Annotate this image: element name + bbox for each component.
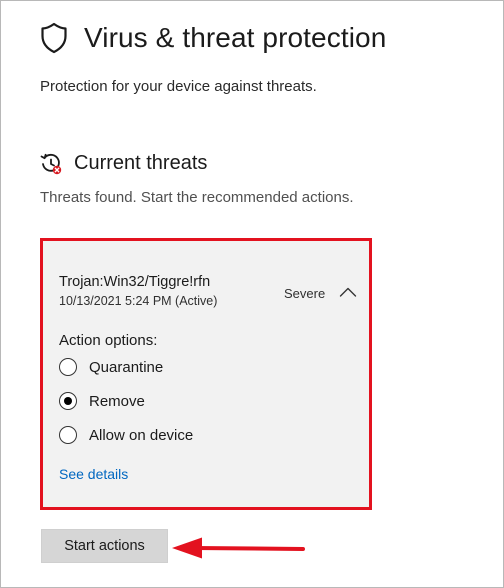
threat-name: Trojan:Win32/Tiggre!rfn xyxy=(59,274,211,290)
allow-on-device-option[interactable]: Allow on device xyxy=(59,426,193,444)
see-details-link[interactable]: See details xyxy=(59,466,128,482)
quarantine-radio[interactable] xyxy=(59,358,77,376)
shield-icon xyxy=(40,22,68,54)
quarantine-label: Quarantine xyxy=(89,358,164,376)
current-threats-description: Threats found. Start the recommended act… xyxy=(40,189,354,206)
remove-option[interactable]: Remove xyxy=(59,392,145,410)
remove-label: Remove xyxy=(89,392,145,410)
allow-on-device-label: Allow on device xyxy=(89,426,194,444)
page-title: Virus & threat protection xyxy=(84,22,387,53)
severity-label: Severe xyxy=(284,286,326,301)
current-threats-header: Current threats xyxy=(40,152,207,175)
start-actions-button[interactable]: Start actions xyxy=(41,529,168,563)
action-options-label: Action options: xyxy=(59,332,158,349)
current-threats-title: Current threats xyxy=(74,152,208,174)
chevron-up-icon[interactable] xyxy=(338,285,358,299)
page-subtitle: Protection for your device against threa… xyxy=(40,78,317,95)
annotation-arrow-icon xyxy=(170,537,306,559)
allow-on-device-radio[interactable] xyxy=(59,426,77,444)
threat-card: Trojan:Win32/Tiggre!rfn 10/13/2021 5:24 … xyxy=(40,238,372,510)
page-header: Virus & threat protection xyxy=(40,22,386,54)
threat-timestamp: 10/13/2021 5:24 PM (Active) xyxy=(59,294,218,308)
remove-radio[interactable] xyxy=(59,392,77,410)
quarantine-option[interactable]: Quarantine xyxy=(59,358,163,376)
threat-history-icon xyxy=(40,153,62,175)
